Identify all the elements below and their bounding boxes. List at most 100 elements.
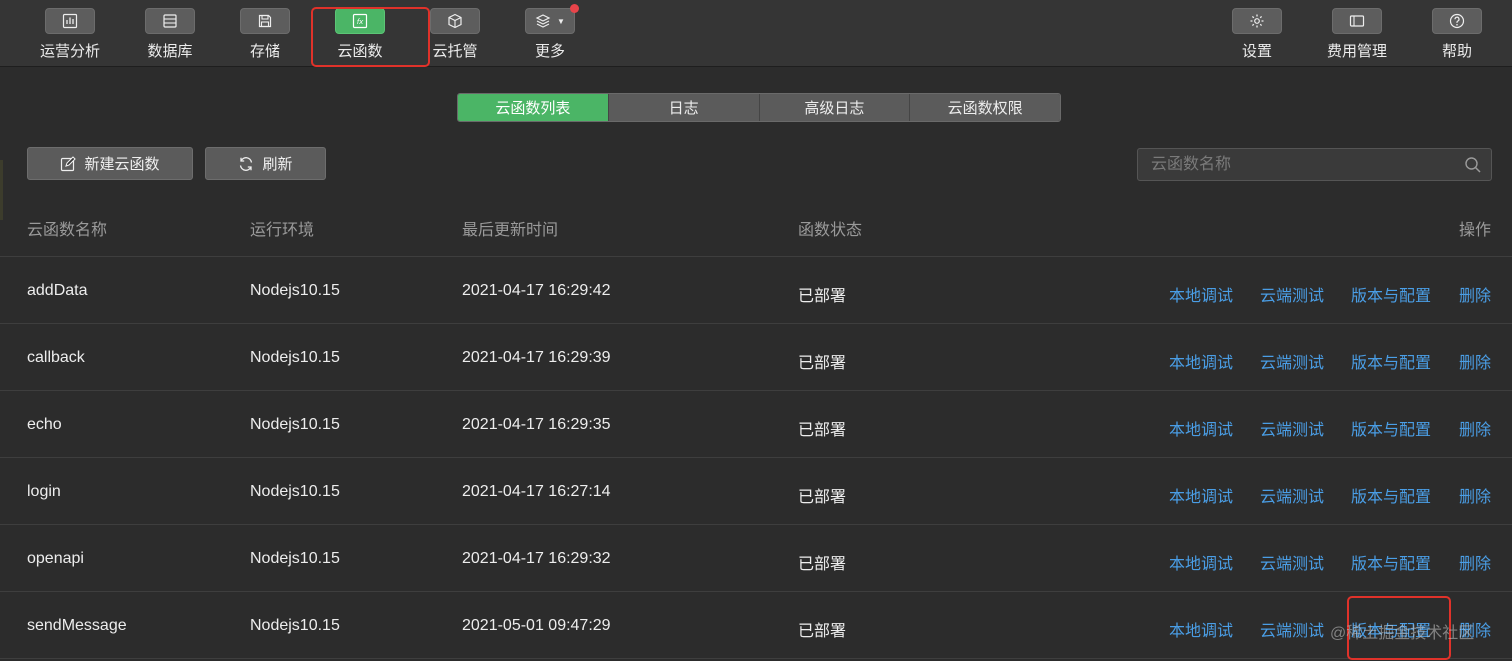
toolbar-item-label: 存储: [249, 43, 280, 60]
cell-updated: 2021-04-17 16:29:35: [462, 416, 611, 433]
function-tabs: 云函数列表 日志 高级日志 云函数权限: [457, 93, 1061, 122]
local-debug-link[interactable]: 本地调试: [1169, 416, 1233, 440]
local-debug-link[interactable]: 本地调试: [1169, 617, 1233, 641]
tab-advanced-logs[interactable]: 高级日志: [759, 94, 911, 121]
toolbar-item-label: 云托管: [432, 43, 478, 60]
header-runtime: 运行环境: [250, 222, 315, 239]
top-toolbar: 运营分析 数据库 存储 fx 云函数 云托管 ▼ 更多 设置 费用管理 帮助: [0, 0, 1512, 67]
cell-runtime: Nodejs10.15: [250, 349, 340, 366]
notification-dot: [570, 4, 579, 13]
toolbar-item-label: 帮助: [1441, 43, 1472, 60]
toolbar-item-storage[interactable]: 存储: [215, 8, 315, 64]
cell-name: login: [27, 483, 61, 500]
toolbar-item-analytics[interactable]: 运营分析: [20, 8, 120, 64]
new-function-button[interactable]: 新建云函数: [27, 147, 193, 180]
delete-link[interactable]: 删除: [1459, 282, 1491, 306]
table-row: callback Nodejs10.15 2021-04-17 16:29:39 已部…: [0, 324, 1512, 391]
table-row: sendMessage Nodejs10.15 2021-05-01 09:47:2…: [0, 592, 1512, 659]
local-debug-link[interactable]: 本地调试: [1169, 349, 1233, 373]
header-ops: 操作: [1459, 222, 1492, 239]
search-icon[interactable]: [1464, 156, 1482, 174]
cloud-test-link[interactable]: 云端测试: [1260, 416, 1324, 440]
table-row: echo Nodejs10.15 2021-04-17 16:29:35 已部署 本地调…: [0, 391, 1512, 458]
table-row: login Nodejs10.15 2021-04-17 16:27:14 已部署 本地…: [0, 458, 1512, 525]
toolbar-item-more[interactable]: ▼ 更多: [500, 8, 600, 64]
cell-name: sendMessage: [27, 617, 127, 634]
delete-link[interactable]: 删除: [1459, 349, 1491, 373]
refresh-button[interactable]: 刷新: [205, 147, 326, 180]
toolbar-item-cloud-function[interactable]: fx 云函数: [310, 8, 410, 64]
cell-updated: 2021-04-17 16:29:42: [462, 282, 611, 299]
cell-runtime: Nodejs10.15: [250, 617, 340, 634]
cell-status: 已部署: [798, 288, 847, 305]
function-icon: fx: [352, 13, 368, 29]
cloud-test-link[interactable]: 云端测试: [1260, 483, 1324, 507]
delete-link[interactable]: 删除: [1459, 416, 1491, 440]
cell-status: 已部署: [798, 422, 847, 439]
svg-text:fx: fx: [357, 18, 364, 26]
cell-runtime: Nodejs10.15: [250, 483, 340, 500]
toolbar-item-label: 更多: [534, 43, 565, 60]
toolbar-item-billing[interactable]: 费用管理: [1307, 8, 1407, 64]
edit-icon: [61, 155, 77, 171]
cell-updated: 2021-04-17 16:27:14: [462, 483, 611, 500]
tab-permissions[interactable]: 云函数权限: [910, 94, 1060, 121]
cell-runtime: Nodejs10.15: [250, 282, 340, 299]
cube-icon: [448, 13, 462, 29]
cloud-test-link[interactable]: 云端测试: [1260, 282, 1324, 306]
header-name: 云函数名称: [27, 222, 108, 239]
local-debug-link[interactable]: 本地调试: [1169, 282, 1233, 306]
cell-runtime: Nodejs10.15: [250, 550, 340, 567]
delete-link[interactable]: 删除: [1459, 550, 1491, 574]
table-row: addData Nodejs10.15 2021-04-17 16:29:42 已部署…: [0, 257, 1512, 324]
cell-updated: 2021-04-17 16:29:39: [462, 349, 611, 366]
cell-status: 已部署: [798, 489, 847, 506]
delete-link[interactable]: 删除: [1459, 617, 1491, 641]
cell-runtime: Nodejs10.15: [250, 416, 340, 433]
toolbar-item-label: 运营分析: [39, 43, 100, 60]
table-header: 云函数名称 运行环境 最后更新时间 函数状态 操作: [0, 200, 1512, 257]
new-function-label: 新建云函数: [84, 156, 160, 173]
bar-chart-icon: [62, 13, 78, 29]
header-status: 函数状态: [798, 222, 863, 239]
toolbar-item-label: 费用管理: [1326, 43, 1387, 60]
cell-updated: 2021-05-01 09:47:29: [462, 617, 611, 634]
table-row: openapi Nodejs10.15 2021-04-17 16:29:32 已部署…: [0, 525, 1512, 592]
toolbar-item-help[interactable]: 帮助: [1407, 8, 1507, 64]
help-icon: [1449, 13, 1465, 29]
cloud-test-link[interactable]: 云端测试: [1260, 617, 1324, 641]
version-config-link[interactable]: 版本与配置: [1351, 349, 1431, 373]
cloud-test-link[interactable]: 云端测试: [1260, 550, 1324, 574]
refresh-label: 刷新: [262, 156, 293, 173]
search-input[interactable]: [1138, 149, 1458, 180]
version-config-link[interactable]: 版本与配置: [1351, 483, 1431, 507]
caret-down-icon: ▼: [557, 16, 565, 26]
delete-link[interactable]: 删除: [1459, 483, 1491, 507]
function-search: [1137, 148, 1492, 181]
cell-name: callback: [27, 349, 85, 366]
local-debug-link[interactable]: 本地调试: [1169, 550, 1233, 574]
cell-status: 已部署: [798, 355, 847, 372]
toolbar-item-cloud-hosting[interactable]: 云托管: [405, 8, 505, 64]
toolbar-item-settings[interactable]: 设置: [1207, 8, 1307, 64]
toolbar-item-label: 云函数: [337, 43, 383, 60]
cloud-test-link[interactable]: 云端测试: [1260, 349, 1324, 373]
version-config-link[interactable]: 版本与配置: [1351, 282, 1431, 306]
cell-status: 已部署: [798, 623, 847, 640]
cell-name: echo: [27, 416, 62, 433]
version-config-link[interactable]: 版本与配置: [1351, 416, 1431, 440]
toolbar-item-database[interactable]: 数据库: [120, 8, 220, 64]
layers-icon: [535, 14, 551, 28]
refresh-icon: [240, 156, 253, 171]
cell-status: 已部署: [798, 556, 847, 573]
version-config-link[interactable]: 版本与配置: [1351, 617, 1431, 641]
version-config-link[interactable]: 版本与配置: [1351, 550, 1431, 574]
gear-icon: [1250, 14, 1264, 28]
cell-name: openapi: [27, 550, 84, 567]
local-debug-link[interactable]: 本地调试: [1169, 483, 1233, 507]
cell-updated: 2021-04-17 16:29:32: [462, 550, 611, 567]
toolbar-item-label: 设置: [1241, 43, 1272, 60]
tab-function-list[interactable]: 云函数列表: [458, 94, 609, 121]
header-updated: 最后更新时间: [462, 222, 559, 239]
tab-logs[interactable]: 日志: [608, 94, 760, 121]
